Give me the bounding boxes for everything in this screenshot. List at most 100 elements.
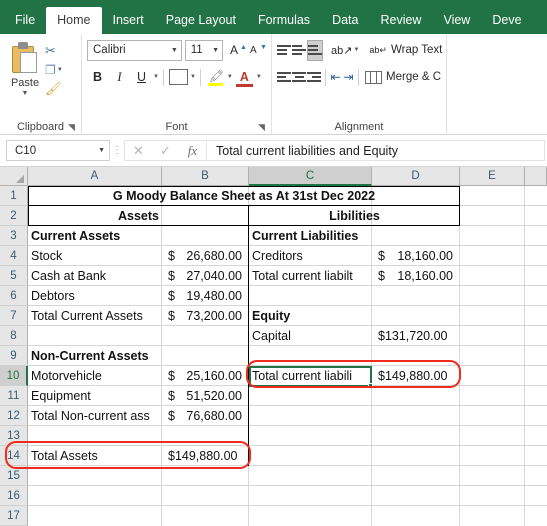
cell-d5[interactable]: $ 18,160.00 <box>372 266 459 286</box>
row-header-4[interactable]: 4 <box>0 246 28 266</box>
cell-b11[interactable]: $ 51,520.00 <box>162 386 248 406</box>
cell-c10[interactable]: Total current liabili <box>249 366 371 386</box>
cell-c7[interactable]: Equity <box>249 306 371 326</box>
cell-a2-assets[interactable]: Assets <box>28 206 249 226</box>
cell-a6[interactable]: Debtors <box>28 286 161 306</box>
tab-view[interactable]: View <box>432 7 481 34</box>
decrease-font-size-button[interactable]: A ▼ <box>250 40 267 60</box>
tab-insert[interactable]: Insert <box>102 7 155 34</box>
cell-b6[interactable]: $ 19,480.00 <box>162 286 248 306</box>
fill-color-button[interactable]: 🖍 <box>205 67 226 88</box>
row-header-1[interactable]: 1 <box>0 186 28 206</box>
cell-b7[interactable]: $ 73,200.00 <box>162 306 248 326</box>
align-bottom-button[interactable] <box>307 39 323 61</box>
chevron-down-icon[interactable]: ▼ <box>22 90 29 97</box>
wrap-text-button[interactable]: ab↵ Wrap Text <box>367 39 442 61</box>
fill-handle[interactable] <box>368 383 373 388</box>
cell-a10[interactable]: Motorvehicle <box>28 366 161 386</box>
cell-a1-title[interactable]: G Moody Balance Sheet as At 31st Dec 202… <box>28 186 460 206</box>
clipboard-dialog-launcher-icon[interactable]: ◥ <box>68 123 77 132</box>
column-header-a[interactable]: A <box>28 167 162 186</box>
decrease-indent-button[interactable]: ⇤ <box>330 67 342 88</box>
row-header-11[interactable]: 11 <box>0 386 28 406</box>
tab-page-layout[interactable]: Page Layout <box>155 7 247 34</box>
cell-c2-liabilities[interactable]: Libilities <box>249 206 460 226</box>
cell-a7[interactable]: Total Current Assets <box>28 306 161 326</box>
row-header-3[interactable]: 3 <box>0 226 28 246</box>
tab-review[interactable]: Review <box>369 7 432 34</box>
chevron-down-icon[interactable]: ▼ <box>227 74 233 80</box>
merge-and-center-button[interactable]: Merge & C <box>363 66 441 88</box>
row-header-5[interactable]: 5 <box>0 266 28 286</box>
select-all-corner[interactable] <box>0 167 28 186</box>
cell-a3[interactable]: Current Assets <box>28 226 161 246</box>
tab-home[interactable]: Home <box>46 7 102 34</box>
bold-button[interactable]: B <box>87 67 108 88</box>
font-dialog-launcher-icon[interactable]: ◥ <box>258 123 267 132</box>
cell-d4[interactable]: $ 18,160.00 <box>372 246 459 266</box>
cell-c4[interactable]: Creditors <box>249 246 371 266</box>
chevron-down-icon[interactable]: ▼ <box>57 67 63 73</box>
cell-c8[interactable]: Capital <box>249 326 371 346</box>
insert-function-button[interactable]: fx <box>179 140 206 161</box>
cut-button[interactable]: ✂ <box>45 41 76 60</box>
cell-b10[interactable]: $ 25,160.00 <box>162 366 248 386</box>
column-header-e[interactable]: E <box>460 167 525 186</box>
row-header-8[interactable]: 8 <box>0 326 28 346</box>
chevron-down-icon[interactable]: ▼ <box>353 47 359 53</box>
chevron-down-icon[interactable]: ▼ <box>153 74 159 80</box>
row-header-2[interactable]: 2 <box>0 206 28 226</box>
align-top-button[interactable] <box>277 40 291 61</box>
tab-developer[interactable]: Deve <box>481 7 532 34</box>
formula-input[interactable]: Total current liabilities and Equity <box>206 140 545 161</box>
align-center-button[interactable] <box>292 67 306 88</box>
row-header-6[interactable]: 6 <box>0 286 28 306</box>
cell-b5[interactable]: $ 27,040.00 <box>162 266 248 286</box>
row-header-9[interactable]: 9 <box>0 346 28 366</box>
column-header-d[interactable]: D <box>372 167 460 186</box>
format-painter-button[interactable]: 🖌 <box>45 79 76 98</box>
align-right-button[interactable] <box>307 67 321 88</box>
borders-button[interactable] <box>168 67 189 88</box>
italic-button[interactable]: I <box>109 67 130 88</box>
cancel-formula-button[interactable]: ✕ <box>125 140 152 161</box>
cell-a5[interactable]: Cash at Bank <box>28 266 161 286</box>
cell-a14[interactable]: Total Assets <box>28 446 161 466</box>
row-header-15[interactable]: 15 <box>0 466 28 486</box>
column-header-f[interactable] <box>525 167 547 186</box>
align-middle-button[interactable] <box>292 40 306 61</box>
font-color-button[interactable]: A <box>234 67 255 88</box>
cell-a9[interactable]: Non-Current Assets <box>28 346 161 366</box>
cell-d10[interactable]: $149,880.00 <box>372 366 459 386</box>
cell-b4[interactable]: $ 26,680.00 <box>162 246 248 266</box>
column-header-c[interactable]: C <box>249 167 372 186</box>
cell-a4[interactable]: Stock <box>28 246 161 266</box>
row-header-13[interactable]: 13 <box>0 426 28 446</box>
cell-b14[interactable]: $149,880.00 <box>162 446 248 466</box>
increase-indent-button[interactable]: ⇥ <box>343 67 355 88</box>
row-header-17[interactable]: 17 <box>0 506 28 526</box>
align-left-button[interactable] <box>277 67 291 88</box>
underline-button[interactable]: U <box>131 67 152 88</box>
tab-data[interactable]: Data <box>321 7 369 34</box>
column-header-b[interactable]: B <box>162 167 249 186</box>
chevron-down-icon[interactable]: ▼ <box>98 147 105 154</box>
row-header-14[interactable]: 14 <box>0 446 28 466</box>
row-header-12[interactable]: 12 <box>0 406 28 426</box>
copy-button[interactable]: ❐ ▼ <box>45 60 76 79</box>
row-header-7[interactable]: 7 <box>0 306 28 326</box>
row-header-16[interactable]: 16 <box>0 486 28 506</box>
tab-file[interactable]: File <box>4 7 46 34</box>
tab-formulas[interactable]: Formulas <box>247 7 321 34</box>
cell-a12[interactable]: Total Non-current ass <box>28 406 161 426</box>
name-box[interactable]: C10 ▼ <box>6 140 110 161</box>
cell-a11[interactable]: Equipment <box>28 386 161 406</box>
cell-b12[interactable]: $ 76,680.00 <box>162 406 248 426</box>
cell-c3[interactable]: Current Liabilities <box>249 226 371 246</box>
orientation-button[interactable]: ab↗ <box>331 40 352 61</box>
cell-d8[interactable]: $131,720.00 <box>372 326 459 346</box>
cell-c5[interactable]: Total current liabilt <box>249 266 371 286</box>
chevron-down-icon[interactable]: ▼ <box>256 74 262 80</box>
row-header-10[interactable]: 10 <box>0 366 28 386</box>
increase-font-size-button[interactable]: A ▲ <box>230 40 247 60</box>
